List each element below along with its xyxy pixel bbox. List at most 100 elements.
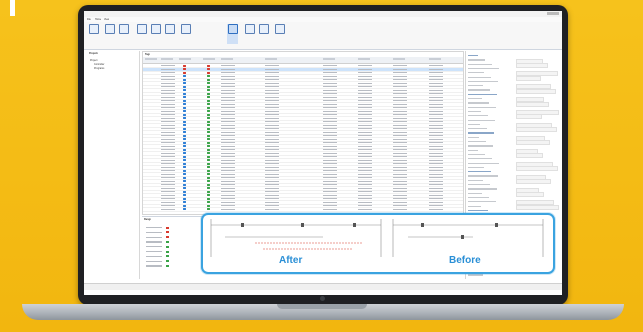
rung-row[interactable] [146, 236, 162, 238]
property-label [468, 175, 498, 177]
rung-row[interactable] [146, 260, 162, 262]
property-field[interactable] [516, 127, 557, 133]
cell-text [429, 198, 443, 200]
property-field[interactable] [516, 204, 559, 210]
table-row[interactable] [143, 208, 463, 212]
status-icon [207, 92, 210, 95]
status-icon [207, 103, 210, 106]
status-icon [183, 208, 186, 211]
export-button[interactable] [164, 24, 175, 44]
cell-text [265, 173, 279, 175]
property-field[interactable] [516, 191, 544, 197]
cell-text [393, 75, 407, 77]
compare-button[interactable] [136, 24, 147, 44]
rung-row[interactable] [146, 227, 162, 229]
property-label [468, 115, 488, 117]
open-button[interactable] [104, 24, 115, 44]
grid-column-header[interactable] [161, 58, 173, 60]
window-controls[interactable] [547, 12, 559, 15]
webcam [320, 296, 325, 301]
property-field[interactable] [516, 101, 549, 107]
menu-item-file[interactable]: File [87, 18, 91, 21]
menu-item-home[interactable]: Home [95, 18, 101, 21]
property-field[interactable] [516, 75, 541, 81]
property-label [468, 171, 491, 173]
cell-text [323, 75, 337, 77]
status-icon [183, 162, 186, 165]
rung-panel-title: Rungs [144, 218, 152, 221]
cell-text [393, 198, 407, 200]
status-icon [166, 231, 169, 234]
status-icon [207, 131, 210, 134]
report-button[interactable] [258, 24, 269, 44]
status-icon [207, 155, 210, 158]
rung-row[interactable] [146, 255, 162, 258]
cell-text [358, 138, 372, 140]
cell-text [161, 131, 175, 133]
cell-text [221, 82, 235, 84]
grid-column-header[interactable] [358, 58, 370, 60]
cell-text [358, 198, 372, 200]
status-icon [183, 110, 186, 113]
tree-item-controller[interactable]: Controller [94, 63, 138, 66]
cell-text [358, 117, 372, 119]
grid-column-header[interactable] [179, 58, 191, 60]
cell-text [265, 114, 279, 116]
cell-text [393, 138, 407, 140]
cell-text [323, 177, 337, 179]
grid-column-header[interactable] [323, 58, 335, 60]
cell-text [221, 96, 235, 98]
cell-text [323, 68, 337, 70]
property-field[interactable] [516, 114, 542, 120]
grid-column-header[interactable] [429, 58, 441, 60]
cell-text [323, 107, 337, 109]
rung-row[interactable] [146, 231, 162, 234]
tree-item-programs[interactable]: Programs [94, 67, 138, 70]
cell-text [161, 163, 175, 165]
cell-text [161, 180, 175, 182]
after-label: After [279, 255, 303, 266]
rung-row[interactable] [146, 241, 162, 243]
cell-text [393, 191, 407, 193]
property-field[interactable] [516, 62, 548, 68]
grid-column-header[interactable] [203, 58, 215, 60]
cell-text [323, 145, 337, 147]
cell-text [358, 93, 372, 95]
grid-column-header[interactable] [393, 58, 405, 60]
settings-button[interactable] [244, 24, 255, 44]
import-button[interactable] [150, 24, 161, 44]
cell-text [221, 205, 235, 207]
new-icon [88, 24, 99, 34]
rung-row[interactable] [146, 265, 162, 267]
grid-column-header[interactable] [145, 58, 157, 60]
cell-text [161, 75, 175, 77]
rung-row[interactable] [146, 246, 162, 248]
menu-item-view[interactable]: View [104, 18, 109, 21]
cell-text [161, 82, 175, 84]
grid-column-header[interactable] [221, 58, 233, 60]
cell-text [161, 79, 175, 81]
cell-text [393, 184, 407, 186]
cell-text [265, 191, 279, 193]
cell-text [393, 208, 407, 210]
cell-text [161, 96, 175, 98]
new-button[interactable] [88, 24, 99, 44]
save-button[interactable] [118, 24, 129, 44]
property-label [468, 149, 478, 151]
property-label [468, 123, 480, 126]
property-field[interactable] [516, 178, 551, 184]
status-icon [183, 169, 186, 172]
tree-item-project[interactable]: Project [90, 59, 134, 62]
property-field[interactable] [516, 140, 550, 146]
status-icon [183, 194, 186, 197]
cell-text [393, 131, 407, 133]
property-field[interactable] [516, 88, 556, 94]
grid-column-header[interactable] [265, 58, 277, 60]
filter-button[interactable] [180, 24, 191, 44]
property-field[interactable] [516, 166, 558, 171]
ladder-diagram [210, 219, 544, 257]
diagram-button[interactable] [227, 24, 238, 44]
property-field[interactable] [516, 153, 543, 159]
help-button[interactable] [274, 24, 285, 44]
rung-row[interactable] [146, 251, 162, 253]
